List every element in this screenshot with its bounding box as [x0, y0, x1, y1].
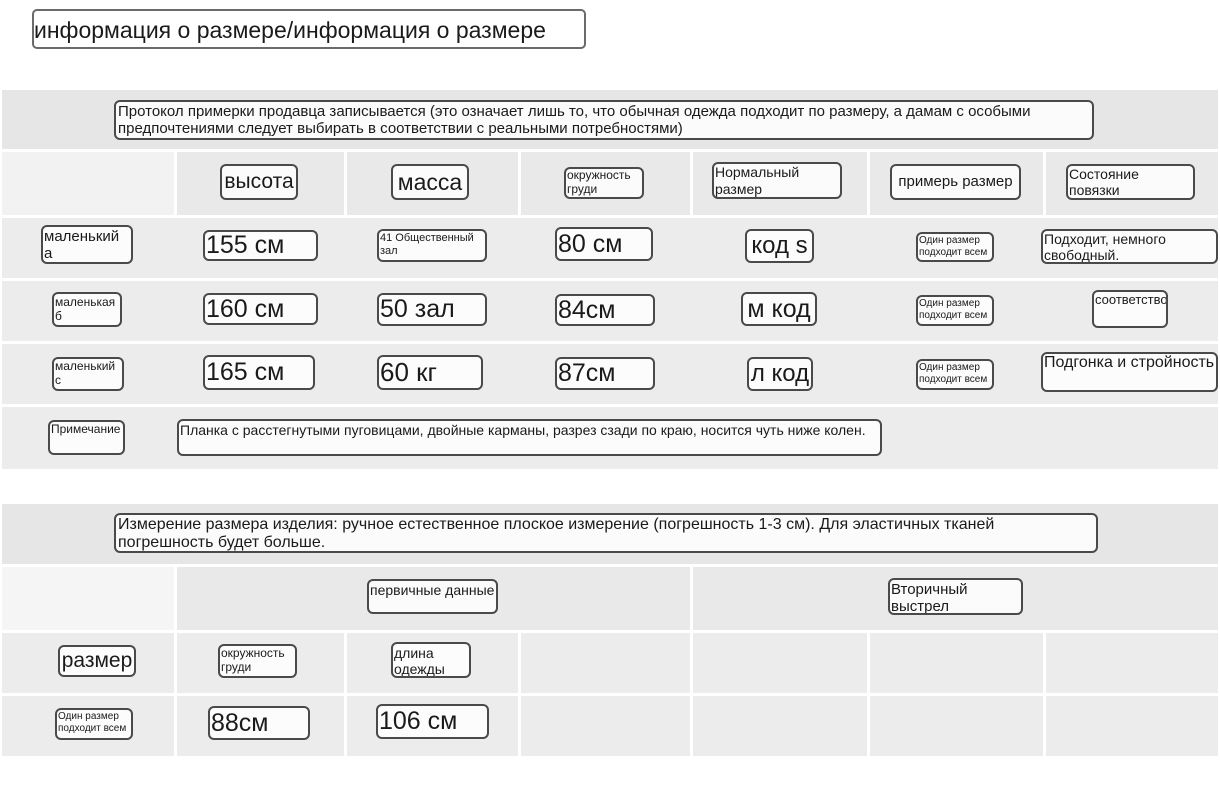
- fit-table-note: Протокол примерки продавца записывается …: [114, 100, 1094, 140]
- weight-value: 60 кг: [377, 355, 483, 390]
- remark-label: Примечание: [48, 420, 125, 455]
- measure-col-divider: [1043, 633, 1046, 693]
- normal-size-value: м код: [741, 292, 817, 326]
- measure-col-divider: [174, 633, 177, 693]
- measure-column-chest: окружность груди: [218, 644, 297, 678]
- normal-size-value: л код: [747, 357, 813, 391]
- column-header-height: высота: [220, 164, 298, 200]
- row-label: маленький а: [41, 225, 133, 264]
- weight-value: 41 Общественный зал: [377, 229, 487, 262]
- measure-col-divider: [690, 633, 693, 693]
- height-value: 165 см: [203, 355, 315, 390]
- try-size-value: Один размер подходит всем: [916, 232, 994, 262]
- measure-length-value: 106 см: [376, 704, 489, 739]
- measure-col-divider: [344, 633, 347, 693]
- measure-col-row-bg: [2, 633, 1218, 693]
- measure-col-divider: [867, 633, 870, 693]
- fit-state-value: соответствовать: [1092, 290, 1168, 328]
- measure-column-length: длина одежды: [391, 642, 471, 678]
- row-label: маленькая б: [52, 292, 122, 327]
- group-primary-label: первичные данные: [367, 579, 498, 614]
- measure-col-divider: [174, 696, 177, 756]
- measure-col-divider: [344, 696, 347, 756]
- weight-value: 50 зал: [377, 293, 487, 326]
- chest-value: 87см: [555, 357, 655, 390]
- chest-value: 84см: [555, 294, 655, 326]
- measure-col-divider: [867, 696, 870, 756]
- column-header-normal-size: Нормальный размер: [712, 162, 842, 199]
- measure-corner-cell: [2, 567, 174, 630]
- page-title: информация о размере/информация о размер…: [32, 9, 586, 49]
- height-value: 155 см: [203, 230, 318, 261]
- column-header-try-size: примерь размер: [890, 164, 1021, 200]
- measure-table-note: Измерение размера изделия: ручное естест…: [114, 513, 1098, 553]
- row-label: маленький с: [52, 357, 124, 391]
- measure-col-divider: [518, 633, 521, 693]
- measure-value-row-bg: [2, 696, 1218, 756]
- column-header-chest: окружность груди: [564, 167, 644, 199]
- measure-col-divider: [690, 696, 693, 756]
- measure-col-divider: [518, 696, 521, 756]
- height-value: 160 см: [203, 293, 318, 325]
- measure-chest-value: 88см: [208, 706, 310, 740]
- fit-corner-cell: [2, 152, 174, 215]
- fit-state-value: Подходит, немного свободный.: [1041, 229, 1218, 264]
- try-size-value: Один размер подходит всем: [916, 359, 994, 390]
- remark-text: Планка с расстегнутыми пуговицами, двойн…: [177, 419, 882, 456]
- normal-size-value: код s: [745, 229, 814, 263]
- column-header-bandage-state: Состояние повязки: [1066, 164, 1195, 200]
- fit-state-value: Подгонка и стройность: [1041, 352, 1218, 392]
- measure-size-value: Один размер подходит всем: [55, 708, 133, 740]
- chest-value: 80 см: [555, 227, 653, 261]
- group-secondary-label: Вторичный выстрел: [888, 578, 1023, 615]
- measure-column-size: размер: [58, 645, 136, 677]
- measure-col-divider: [1043, 696, 1046, 756]
- try-size-value: Один размер подходит всем: [916, 295, 994, 326]
- column-header-weight: масса: [391, 164, 469, 200]
